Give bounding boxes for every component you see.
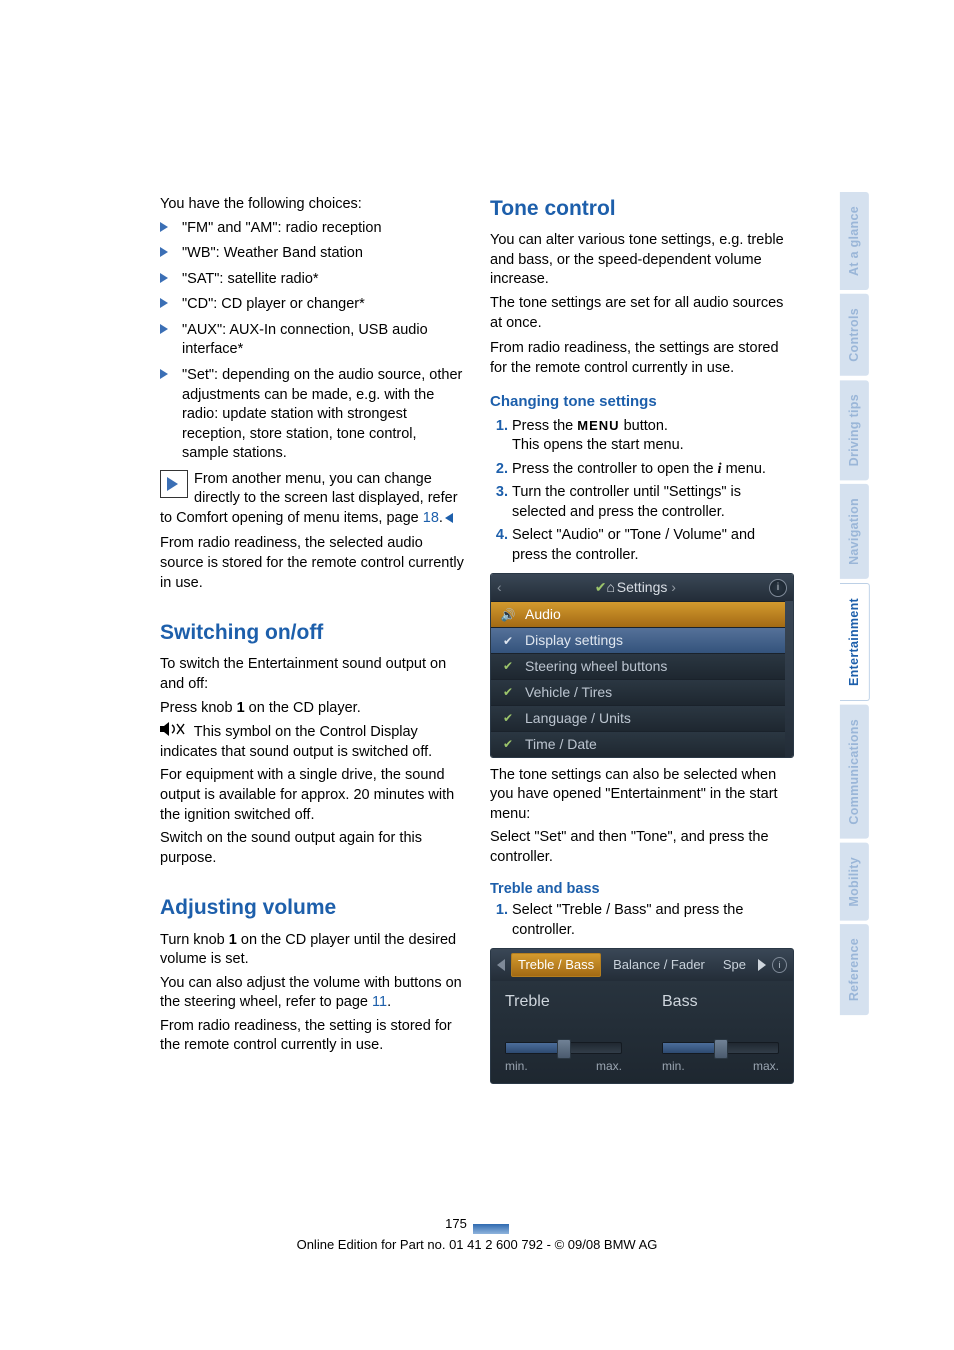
settings-row-time: ✔Time / Date bbox=[491, 731, 785, 757]
page-18-link[interactable]: 18 bbox=[423, 510, 439, 526]
max-label: max. bbox=[596, 1058, 622, 1074]
tone-intro-1: You can alter various tone settings, e.g… bbox=[490, 231, 794, 290]
bullet-icon bbox=[160, 222, 168, 232]
bullet-icon bbox=[160, 298, 168, 308]
settings-row-language: ✔Language / Units bbox=[491, 705, 785, 731]
scrollbar-strip bbox=[785, 601, 793, 756]
choice-set: "Set": depending on the audio source, ot… bbox=[182, 367, 462, 461]
switch-20min: For equipment with a single drive, the s… bbox=[160, 766, 464, 825]
choice-fm-am: "FM" and "AM": radio reception bbox=[182, 220, 382, 236]
bullet-icon bbox=[160, 247, 168, 257]
bass-slider bbox=[662, 1042, 779, 1054]
after-hint-text: From radio readiness, the selected audio… bbox=[160, 534, 464, 593]
tab-entertainment[interactable]: Entertainment bbox=[840, 583, 870, 701]
tab-spe: Spe bbox=[717, 954, 752, 976]
tab-driving-tips[interactable]: Driving tips bbox=[840, 380, 869, 480]
step-1-sub: This opens the start menu. bbox=[512, 437, 684, 453]
treble-bass-screenshot: Treble / Bass Balance / Fader Spe i Treb… bbox=[490, 948, 794, 1083]
label-treble: Treble bbox=[505, 991, 622, 1013]
page-bar-graphic bbox=[473, 1224, 509, 1234]
tab-right-arrow-icon bbox=[758, 959, 766, 971]
step-3: Turn the controller until "Settings" is … bbox=[512, 483, 794, 522]
flag-icon: ✔ bbox=[499, 710, 517, 726]
treble-steps: Select "Treble / Bass" and press the con… bbox=[490, 901, 794, 940]
max-label: max. bbox=[753, 1058, 779, 1074]
info-circle-icon: i bbox=[769, 579, 787, 597]
min-label: min. bbox=[662, 1058, 685, 1074]
switch-symbol-note: This symbol on the Control Display indic… bbox=[160, 722, 464, 762]
change-steps: Press the MENU button. This opens the st… bbox=[490, 417, 794, 566]
left-column: You have the following choices: "FM" and… bbox=[160, 195, 464, 1084]
heading-treble-bass: Treble and bass bbox=[490, 880, 794, 900]
treble-slider bbox=[505, 1042, 622, 1054]
bullet-icon bbox=[160, 369, 168, 379]
page-footer: 175 Online Edition for Part no. 01 41 2 … bbox=[0, 1215, 954, 1254]
tone-intro-3: From radio readiness, the settings are s… bbox=[490, 339, 794, 378]
tab-balance-fader: Balance / Fader bbox=[607, 954, 711, 976]
car-icon: ✔ bbox=[499, 684, 517, 700]
min-label: min. bbox=[505, 1058, 528, 1074]
tab-treble-bass: Treble / Bass bbox=[511, 953, 601, 977]
tab-communications[interactable]: Communications bbox=[840, 705, 869, 839]
steering-icon: ✔ bbox=[499, 658, 517, 674]
vol-steering: You can also adjust the volume with butt… bbox=[160, 974, 464, 1013]
right-column: Tone control You can alter various tone … bbox=[490, 195, 794, 1084]
bullet-icon bbox=[160, 273, 168, 283]
step-1: Press the MENU button. This opens the st… bbox=[512, 417, 794, 456]
intro-text: You have the following choices: bbox=[160, 195, 464, 215]
page-number: 175 bbox=[445, 1216, 467, 1231]
hint-triangle-icon bbox=[160, 470, 188, 498]
treble-step-1: Select "Treble / Bass" and press the con… bbox=[512, 901, 794, 940]
settings-row-display: ✔Display settings bbox=[491, 627, 785, 653]
end-triangle-icon bbox=[445, 513, 453, 523]
heading-changing-tone: Changing tone settings bbox=[490, 392, 794, 412]
tab-mobility[interactable]: Mobility bbox=[840, 843, 869, 921]
speaker-icon: 🔊 bbox=[499, 607, 517, 623]
step-4: Select "Audio" or "Tone / Volume" and pr… bbox=[512, 526, 794, 565]
switch-on-again: Switch on the sound output again for thi… bbox=[160, 829, 464, 868]
settings-row-audio: 🔊Audio bbox=[491, 601, 785, 627]
switch-knob: Press knob 1 on the CD player. bbox=[160, 699, 464, 719]
side-tab-strip: At a glance Controls Driving tips Naviga… bbox=[840, 192, 870, 1019]
label-bass: Bass bbox=[662, 991, 779, 1013]
bullet-icon bbox=[160, 324, 168, 334]
choice-cd: "CD": CD player or changer* bbox=[182, 296, 365, 312]
settings-row-steering: ✔Steering wheel buttons bbox=[491, 653, 785, 679]
after-scr1-a: The tone settings can also be selected w… bbox=[490, 766, 794, 825]
choice-wb: "WB": Weather Band station bbox=[182, 245, 363, 261]
page-11-link[interactable]: 11 bbox=[372, 994, 387, 1010]
hint-text-a: From another menu, you can change direct… bbox=[160, 471, 458, 526]
heading-tone: Tone control bbox=[490, 195, 794, 223]
tab-reference[interactable]: Reference bbox=[840, 924, 869, 1015]
tab-at-a-glance[interactable]: At a glance bbox=[840, 192, 869, 290]
settings-header: ✔⌂ Settings › bbox=[502, 578, 769, 597]
heading-volume: Adjusting volume bbox=[160, 894, 464, 922]
heading-switching: Switching on/off bbox=[160, 619, 464, 647]
choice-sat: "SAT": satellite radio* bbox=[182, 271, 319, 287]
choice-aux: "AUX": AUX-In connection, USB audio inte… bbox=[182, 322, 428, 358]
tone-intro-2: The tone settings are set for all audio … bbox=[490, 294, 794, 333]
settings-screenshot: ‹ ✔⌂ Settings › i 🔊Audio ✔Display settin… bbox=[490, 573, 794, 757]
clock-icon: ✔ bbox=[499, 736, 517, 752]
vol-readiness: From radio readiness, the setting is sto… bbox=[160, 1017, 464, 1056]
credit-line: Online Edition for Part no. 01 41 2 600 … bbox=[0, 1236, 954, 1254]
hint-text-b: . bbox=[439, 510, 443, 526]
vol-knob: Turn knob 1 on the CD player until the d… bbox=[160, 931, 464, 970]
hint-opening: From another menu, you can change direct… bbox=[160, 470, 464, 529]
switch-intro: To switch the Entertainment sound output… bbox=[160, 655, 464, 694]
menu-word: MENU bbox=[577, 418, 619, 433]
tab-left-arrow-icon bbox=[497, 959, 505, 971]
info-circle-icon: i bbox=[772, 957, 787, 973]
tab-controls[interactable]: Controls bbox=[840, 294, 869, 376]
step-2: Press the controller to open the i menu. bbox=[512, 460, 794, 480]
display-check-icon: ✔ bbox=[499, 633, 517, 649]
tab-navigation[interactable]: Navigation bbox=[840, 484, 869, 579]
after-scr1-b: Select "Set" and then "Tone", and press … bbox=[490, 828, 794, 867]
settings-row-vehicle: ✔Vehicle / Tires bbox=[491, 679, 785, 705]
choice-list: "FM" and "AM": radio reception "WB": Wea… bbox=[160, 219, 464, 464]
mute-icon bbox=[160, 722, 186, 743]
